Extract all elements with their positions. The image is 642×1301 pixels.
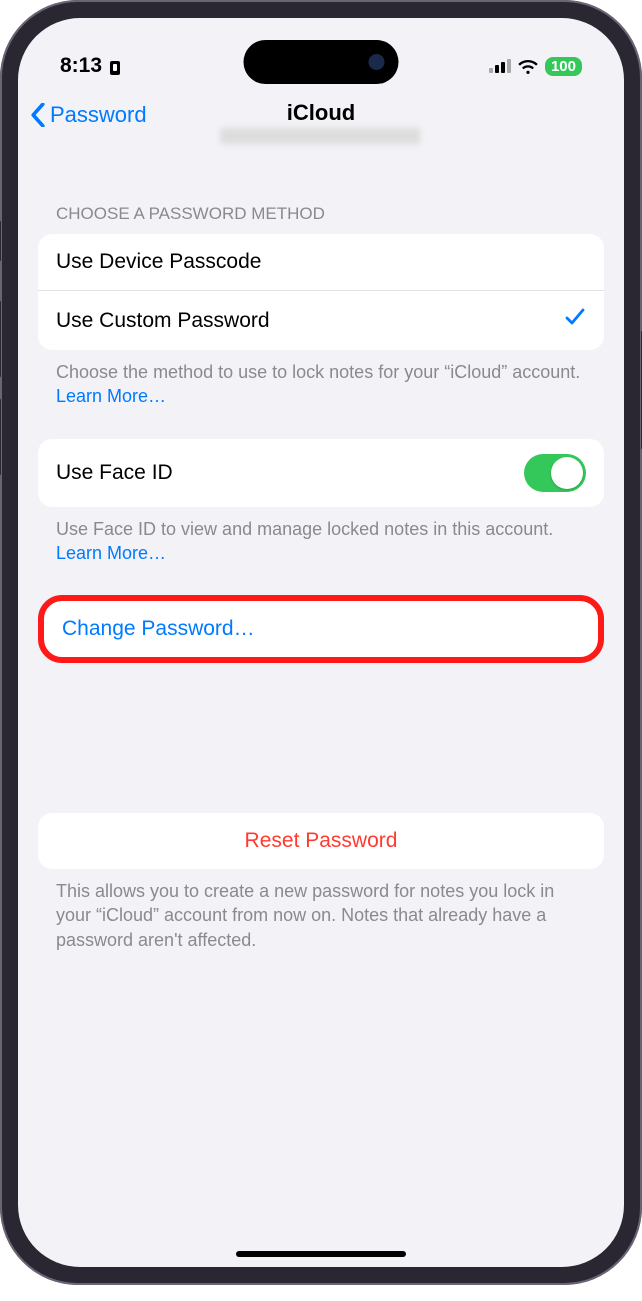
change-password-label: Change Password… <box>62 617 255 641</box>
wifi-icon <box>518 58 538 74</box>
back-button[interactable]: Password <box>30 102 147 128</box>
option-label: Use Custom Password <box>56 309 270 333</box>
volume-down-button <box>0 398 1 476</box>
reset-password-footer: This allows you to create a new password… <box>38 869 604 952</box>
option-use-device-passcode[interactable]: Use Device Passcode <box>38 234 604 290</box>
checkmark-icon <box>564 306 586 335</box>
back-label: Password <box>50 102 147 128</box>
phone-frame: 8:13 100 Password iCloud <box>0 0 642 1285</box>
faceid-toggle[interactable] <box>524 454 586 492</box>
home-indicator[interactable] <box>236 1251 406 1257</box>
status-time: 8:13 <box>60 54 102 78</box>
faceid-card: Use Face ID <box>38 439 604 507</box>
section-header-password-method: CHOOSE A PASSWORD METHOD <box>38 164 604 234</box>
option-label: Use Device Passcode <box>56 250 261 274</box>
faceid-footer: Use Face ID to view and manage locked no… <box>38 507 604 566</box>
volume-up-button <box>0 300 1 378</box>
account-email-redacted <box>221 128 421 144</box>
change-password-card: Change Password… <box>38 595 604 663</box>
password-method-footer: Choose the method to use to lock notes f… <box>38 350 604 409</box>
password-method-card: Use Device Passcode Use Custom Password <box>38 234 604 350</box>
orientation-lock-icon <box>108 58 122 74</box>
battery-indicator: 100 <box>545 57 582 76</box>
reset-password-button[interactable]: Reset Password <box>38 813 604 869</box>
change-password-button[interactable]: Change Password… <box>44 601 598 657</box>
learn-more-link[interactable]: Learn More… <box>56 543 166 563</box>
cellular-signal-icon <box>489 59 511 73</box>
navigation-bar: Password iCloud <box>18 90 624 164</box>
option-use-custom-password[interactable]: Use Custom Password <box>38 290 604 350</box>
reset-password-label: Reset Password <box>245 829 398 853</box>
learn-more-link[interactable]: Learn More… <box>56 386 166 406</box>
chevron-left-icon <box>30 103 46 127</box>
screen: 8:13 100 Password iCloud <box>18 18 624 1267</box>
faceid-row: Use Face ID <box>38 439 604 507</box>
faceid-label: Use Face ID <box>56 461 173 485</box>
reset-password-card: Reset Password <box>38 813 604 869</box>
dynamic-island <box>244 40 399 84</box>
silence-switch <box>0 220 1 262</box>
